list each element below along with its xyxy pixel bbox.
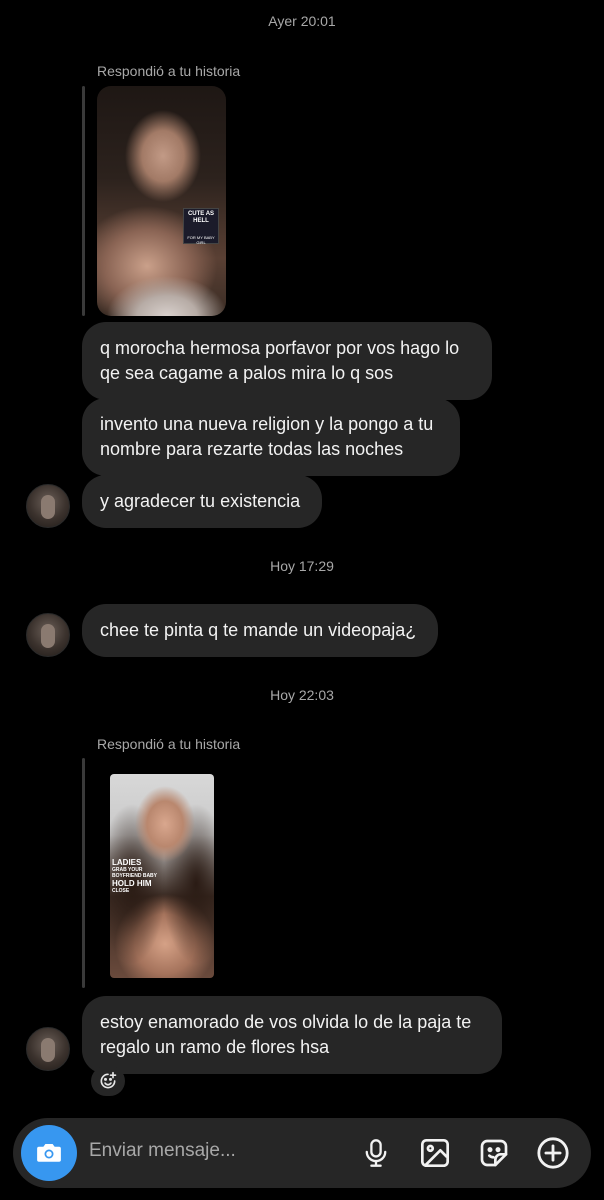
sticker-title: CUTE AS HELL — [187, 211, 215, 224]
plus-icon — [537, 1137, 569, 1169]
sender-avatar[interactable] — [26, 613, 70, 657]
message-bubble[interactable]: chee te pinta q te mande un videopaja¿ — [82, 604, 438, 657]
overlay-line: HOLD HIM — [112, 879, 152, 888]
voice-message-button[interactable] — [358, 1135, 394, 1171]
gallery-icon — [421, 1139, 449, 1167]
message-bubble[interactable]: y agradecer tu existencia — [82, 475, 322, 528]
dm-thread-screen: Ayer 20:01 Respondió a tu historia CUTE … — [0, 0, 604, 1200]
message-composer — [13, 1118, 591, 1188]
timestamp: Hoy 22:03 — [270, 687, 334, 703]
more-options-button[interactable] — [535, 1135, 571, 1171]
message-bubble[interactable]: invento una nueva religion y la pongo a … — [82, 398, 460, 476]
timestamp: Ayer 20:01 — [268, 13, 336, 29]
story-thumbnail[interactable]: LADIES GRAB YOUR BOYFRIEND BABY HOLD HIM… — [110, 774, 214, 978]
sender-avatar[interactable] — [26, 1027, 70, 1071]
message-bubble[interactable]: q morocha hermosa porfavor por vos hago … — [82, 322, 492, 400]
emoji-add-icon — [100, 1071, 117, 1089]
camera-button[interactable] — [21, 1125, 77, 1181]
story-reply-label: Respondió a tu historia — [97, 736, 241, 752]
sticker-icon — [480, 1139, 508, 1167]
overlay-line: LADIES — [112, 858, 142, 867]
story-sticker: CUTE AS HELL FOR MY BABY GIRL — [183, 208, 219, 245]
sticker-caption: FOR MY BABY GIRL — [187, 235, 215, 245]
message-bubble[interactable]: estoy enamorado de vos olvida lo de la p… — [82, 996, 502, 1074]
sender-avatar[interactable] — [26, 484, 70, 528]
overlay-line: CLOSE — [112, 888, 130, 894]
timestamp: Hoy 17:29 — [270, 558, 334, 574]
story-reply-label: Respondió a tu historia — [97, 63, 241, 79]
camera-icon — [37, 1144, 61, 1162]
reply-quote-bar — [82, 86, 85, 316]
message-input[interactable] — [89, 1140, 329, 1162]
gallery-button[interactable] — [417, 1135, 453, 1171]
add-reaction-button[interactable] — [91, 1066, 125, 1096]
story-text-overlay: LADIES GRAB YOUR BOYFRIEND BABY HOLD HIM… — [112, 858, 172, 894]
reply-quote-bar — [82, 758, 85, 988]
story-thumbnail[interactable]: CUTE AS HELL FOR MY BABY GIRL — [97, 86, 226, 316]
microphone-icon — [365, 1139, 387, 1167]
sticker-button[interactable] — [476, 1135, 512, 1171]
